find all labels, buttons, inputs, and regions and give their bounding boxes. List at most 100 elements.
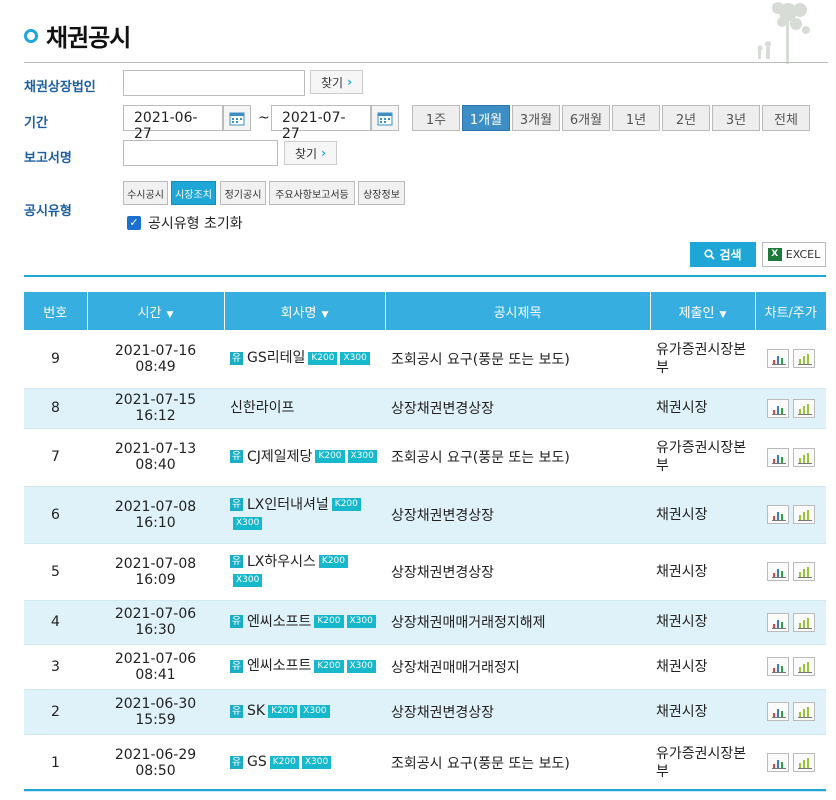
- type-button-active[interactable]: 시장조치: [171, 181, 216, 205]
- type-button[interactable]: 정기공시: [220, 181, 266, 205]
- company-link[interactable]: GS: [247, 754, 267, 770]
- market-yu-icon: 유: [230, 351, 243, 365]
- company-input[interactable]: [123, 70, 305, 96]
- chevron-right-icon: ›: [321, 146, 327, 160]
- index-badge: K200: [314, 659, 344, 673]
- company-link[interactable]: SK: [247, 703, 265, 719]
- disclosure-title-link[interactable]: 상장채권변경상장: [391, 508, 494, 524]
- excel-button[interactable]: X EXCEL: [762, 242, 826, 267]
- period-1week-button[interactable]: 1주: [412, 105, 460, 131]
- row-title[interactable]: 조회공시 요구(풍문 또는 보도): [385, 330, 650, 389]
- chart-icon[interactable]: [766, 349, 789, 369]
- calendar-to-icon[interactable]: [371, 105, 399, 131]
- calendar-from-icon[interactable]: [223, 105, 251, 131]
- chart-icon[interactable]: [766, 505, 789, 524]
- company-link[interactable]: 엔씨소프트: [247, 658, 311, 674]
- date-from-input[interactable]: 2021-06-27: [123, 105, 223, 142]
- index-badge: K200: [318, 555, 349, 568]
- type-button[interactable]: 수시공시: [123, 181, 168, 205]
- company-link[interactable]: LX하우시스: [247, 554, 316, 570]
- market-yu-icon: 유: [230, 450, 243, 463]
- sort-down-icon: ▼: [321, 309, 329, 320]
- chart-icon[interactable]: [766, 753, 789, 772]
- row-title[interactable]: 상장채권매매거래정지해제: [385, 600, 650, 645]
- row-chart: [755, 486, 826, 544]
- row-title[interactable]: 상장채권변경상장: [385, 486, 650, 544]
- disclosure-title-link[interactable]: 상장채권변경상장: [391, 705, 494, 721]
- row-title[interactable]: 조회공시 요구(풍문 또는 보도): [385, 734, 650, 792]
- period-2year-button[interactable]: 2년: [662, 105, 710, 131]
- search-icon: [704, 249, 716, 260]
- chart-icon[interactable]: [766, 657, 789, 676]
- stock-price-icon[interactable]: [792, 447, 815, 467]
- table-row: 4 2021-07-06 16:30 유 엔씨소프트 K200 X300 상장채권매매거래정…: [24, 600, 826, 645]
- disclosure-title-link[interactable]: 조회공시 요구(풍문 또는 보도): [391, 756, 570, 772]
- stock-price-icon[interactable]: [792, 612, 815, 632]
- date-to-input[interactable]: 2021-07-27: [271, 105, 371, 142]
- row-title[interactable]: 상장채권변경상장: [385, 543, 650, 601]
- disclosure-title-link[interactable]: 상장채권매매거래정지해제: [391, 615, 546, 631]
- chart-icon[interactable]: [766, 562, 789, 581]
- stock-price-icon[interactable]: [792, 702, 815, 721]
- row-chart: [755, 689, 826, 735]
- company-link[interactable]: 엔씨소프트: [247, 614, 311, 630]
- type-button[interactable]: 주요사항보고서등: [269, 181, 355, 205]
- row-submitter: 채권시장: [650, 689, 755, 735]
- row-title[interactable]: 상장채권변경상장: [385, 689, 650, 735]
- header-divider: [24, 62, 828, 63]
- company-link[interactable]: LX인터내셔널: [247, 497, 329, 513]
- stock-price-icon[interactable]: [792, 562, 815, 581]
- row-title[interactable]: 상장채권매매거래정지: [385, 644, 650, 690]
- row-chart: [755, 330, 826, 389]
- row-no: 2: [24, 689, 87, 735]
- index-badge: X300: [300, 704, 330, 718]
- row-title[interactable]: 상장채권변경상장: [385, 388, 650, 429]
- company-link[interactable]: CJ제일제당: [247, 449, 312, 465]
- chart-icon[interactable]: [766, 447, 789, 467]
- disclosure-title-link[interactable]: 조회공시 요구(풍문 또는 보도): [391, 352, 570, 368]
- report-find-button[interactable]: 찾기 ›: [284, 141, 338, 165]
- table-row: 5 2021-07-08 16:09 유 LX하우시스 K200 X300 상장채권변경상장…: [24, 543, 826, 601]
- stock-price-icon[interactable]: [792, 753, 815, 772]
- stock-price-icon[interactable]: [792, 349, 815, 369]
- type-reset-checkbox[interactable]: ✓: [127, 216, 141, 230]
- table-row: 9 2021-07-16 08:49 유 GS리테일 K200 X300 조회공시 요구(풍…: [24, 330, 826, 389]
- period-3month-button[interactable]: 3개월: [512, 105, 560, 131]
- disclosure-title-link[interactable]: 상장채권매매거래정지: [391, 660, 520, 676]
- search-button[interactable]: 검색: [690, 242, 756, 267]
- excel-label: EXCEL: [785, 248, 821, 261]
- row-time: 2021-06-30 15:59: [87, 689, 224, 735]
- row-company: 유 GS K200 X300: [224, 734, 385, 792]
- disclosure-title-link[interactable]: 상장채권변경상장: [391, 565, 494, 581]
- disclosure-title-link[interactable]: 조회공시 요구(풍문 또는 보도): [391, 450, 570, 466]
- index-badge: X300: [233, 574, 263, 587]
- row-time: 2021-06-29 08:50: [87, 734, 224, 792]
- col-header-company[interactable]: 회사명 ▼: [224, 292, 386, 330]
- period-6month-button[interactable]: 6개월: [562, 105, 610, 131]
- chart-icon[interactable]: [766, 612, 789, 632]
- company-find-button[interactable]: 찾기 ›: [310, 70, 364, 94]
- table-row: 7 2021-07-13 08:40 유 CJ제일제당 K200 X300 조회공시 요구(…: [24, 428, 826, 487]
- company-link[interactable]: 신한라이프: [230, 400, 294, 416]
- stock-price-icon[interactable]: [792, 505, 815, 524]
- period-1month-button[interactable]: 1개월: [462, 105, 510, 131]
- chart-icon[interactable]: [766, 702, 789, 721]
- stock-price-icon[interactable]: [792, 398, 815, 418]
- row-submitter: 채권시장: [650, 543, 755, 601]
- company-link[interactable]: GS리테일: [247, 350, 305, 366]
- tree-family-illustration-icon: [757, 2, 810, 64]
- chevron-right-icon: ›: [347, 75, 353, 89]
- disclosure-title-link[interactable]: 상장채권변경상장: [391, 401, 494, 417]
- period-1year-button[interactable]: 1년: [612, 105, 660, 131]
- report-input[interactable]: [123, 140, 278, 166]
- chart-icon[interactable]: [766, 398, 789, 418]
- stock-price-icon[interactable]: [792, 657, 815, 676]
- col-header-time[interactable]: 시간 ▼: [87, 292, 225, 330]
- col-header-submitter[interactable]: 제출인 ▼: [650, 292, 756, 330]
- period-all-button[interactable]: 전체: [762, 105, 810, 131]
- row-time: 2021-07-15 16:12: [87, 388, 224, 429]
- period-3year-button[interactable]: 3년: [712, 105, 760, 131]
- row-no: 7: [24, 428, 87, 487]
- row-title[interactable]: 조회공시 요구(풍문 또는 보도): [385, 428, 650, 487]
- type-button[interactable]: 상장정보: [358, 181, 405, 205]
